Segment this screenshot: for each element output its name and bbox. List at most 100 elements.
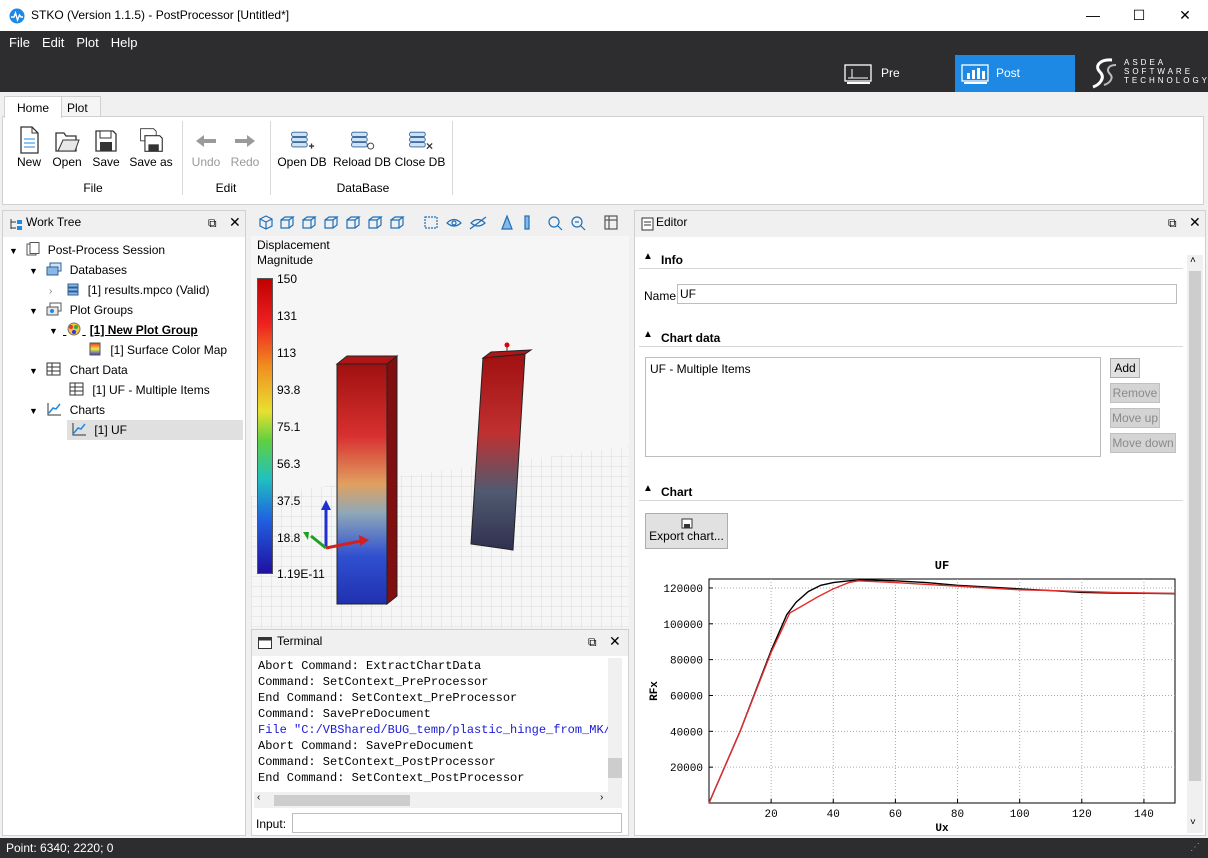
- chart-data-section-header[interactable]: ▲ Chart data: [639, 321, 1183, 347]
- ribbon-separator: [270, 121, 271, 195]
- tree-label-charts: Charts: [69, 403, 106, 417]
- minimize-button[interactable]: —: [1070, 0, 1116, 31]
- tree-item-uf-multiple[interactable]: [1] UF - Multiple Items: [69, 380, 210, 400]
- tree-label-results: [1] results.mpco (Valid): [87, 283, 210, 297]
- tree-item-chart-data[interactable]: ▼ Chart Data: [29, 360, 128, 380]
- chart-data-list[interactable]: UF - Multiple Items: [645, 357, 1101, 457]
- close-db-button[interactable]: Close DB: [393, 125, 447, 169]
- x-tick-label: 140: [1134, 809, 1154, 821]
- ribbon: New Open Save Save as File Undo Redo Edi…: [2, 116, 1204, 205]
- scroll-thumb[interactable]: [608, 758, 622, 778]
- chevron-right-icon[interactable]: ›: [49, 282, 63, 302]
- scroll-thumb[interactable]: [274, 795, 410, 806]
- tree-item-charts[interactable]: ▼ Charts: [29, 400, 105, 420]
- plot-group-icon: [67, 322, 81, 336]
- editor-vscrollbar[interactable]: ˄ ˅: [1187, 255, 1203, 833]
- logo-line-2: SOFTWARE: [1124, 67, 1194, 76]
- terminal-vscrollbar[interactable]: [608, 658, 622, 792]
- post-processor-button[interactable]: Post Processor: [955, 55, 1075, 117]
- tree-label-uf-multiple: [1] UF - Multiple Items: [92, 383, 210, 397]
- collapse-arrow-icon[interactable]: ▲: [643, 251, 653, 262]
- legend-value: 131: [277, 309, 298, 323]
- chevron-down-icon[interactable]: ▼: [29, 301, 43, 321]
- float-icon[interactable]: ⧉: [1168, 216, 1177, 231]
- scroll-left-icon[interactable]: ‹: [257, 792, 260, 803]
- menu-file[interactable]: File: [0, 31, 36, 50]
- info-section-header[interactable]: ▲ Info: [639, 247, 1183, 269]
- x-axis-label: Ux: [935, 823, 949, 835]
- chevron-down-icon[interactable]: ▼: [29, 401, 43, 421]
- close-icon[interactable]: ✕: [609, 633, 621, 650]
- chevron-down-icon[interactable]: ▼: [29, 361, 43, 381]
- column-left: [336, 363, 388, 605]
- name-input[interactable]: [677, 284, 1177, 304]
- scroll-thumb[interactable]: [1189, 271, 1201, 781]
- database-close-icon: [409, 131, 433, 150]
- close-window-button[interactable]: ✕: [1162, 0, 1208, 31]
- tree-item-new-plot-group[interactable]: ▼ [1] New Plot Group: [49, 320, 198, 340]
- scroll-right-icon[interactable]: ›: [600, 792, 603, 803]
- tree-label-new-plot-group: [1] New Plot Group: [89, 323, 198, 337]
- column-left-side: [386, 354, 398, 606]
- work-tree-icon: [10, 219, 22, 230]
- move-down-button[interactable]: Move down: [1110, 433, 1176, 453]
- export-chart-button[interactable]: Export chart...: [645, 513, 728, 549]
- float-icon[interactable]: ⧉: [588, 635, 597, 650]
- tab-home[interactable]: Home: [4, 96, 63, 118]
- chart-icon: [72, 423, 86, 436]
- app-logo-icon: [9, 8, 25, 24]
- scroll-up-icon[interactable]: ˄: [1190, 255, 1196, 266]
- chart-section-title: Chart: [661, 485, 693, 499]
- menu-help[interactable]: Help: [105, 31, 144, 50]
- name-label: Name: [644, 289, 677, 303]
- ribbon-tab-strip: [0, 92, 1208, 117]
- save-as-icon: [140, 128, 163, 152]
- chart-section-header[interactable]: ▲ Chart: [639, 475, 1183, 501]
- list-item[interactable]: UF - Multiple Items: [650, 362, 751, 376]
- pre-processor-button[interactable]: Pre Processor: [838, 55, 954, 117]
- terminal-input[interactable]: [292, 813, 622, 833]
- tree-item-uf-chart[interactable]: [1] UF: [67, 420, 243, 440]
- scroll-down-icon[interactable]: ˅: [1190, 817, 1196, 828]
- float-icon[interactable]: ⧉: [208, 216, 217, 231]
- view-tool-icons[interactable]: [257, 214, 627, 232]
- add-button[interactable]: Add: [1110, 358, 1140, 378]
- collapse-arrow-icon[interactable]: ▲: [643, 483, 653, 494]
- remove-button[interactable]: Remove: [1110, 383, 1160, 403]
- uf-chart[interactable]: 20 40 60 80 100 120 140 20000 40000 60000 80000 100…: [639, 555, 1183, 835]
- save-as-button[interactable]: Save as: [125, 125, 177, 169]
- close-icon[interactable]: ✕: [229, 214, 241, 231]
- asdea-logo: ASDEA SOFTWARE TECHNOLOGY: [1088, 55, 1207, 92]
- chart-data-section-title: Chart data: [661, 331, 721, 345]
- close-icon[interactable]: ✕: [1189, 214, 1201, 231]
- menu-edit[interactable]: Edit: [36, 31, 70, 50]
- terminal-output[interactable]: Abort Command: ExtractChartData Command:…: [254, 658, 608, 792]
- chevron-down-icon[interactable]: ▼: [29, 261, 43, 281]
- viewport-3d[interactable]: Displacement Magnitude 150 131 113 93.8 …: [251, 236, 629, 628]
- tree-item-databases[interactable]: ▼ Databases: [29, 260, 127, 280]
- move-up-button[interactable]: Move up: [1110, 408, 1160, 428]
- x-tick-label: 60: [889, 809, 902, 821]
- terminal-hscrollbar[interactable]: ‹ ›: [254, 792, 622, 808]
- status-bar: Point: 6340; 2220; 0 ⋰: [0, 838, 1208, 858]
- legend-title-line-1: Displacement: [257, 238, 330, 252]
- menu-plot[interactable]: Plot: [70, 31, 104, 50]
- resize-grip-icon[interactable]: ⋰: [1190, 838, 1200, 858]
- reload-db-button[interactable]: Reload DB: [332, 125, 392, 169]
- terminal-title: Terminal: [277, 634, 323, 648]
- chevron-down-icon[interactable]: ▼: [49, 321, 63, 341]
- tree-item-session[interactable]: ▼ Post-Process Session: [9, 240, 165, 260]
- redo-button[interactable]: Redo: [219, 125, 271, 169]
- tree-item-results[interactable]: › [1] results.mpco (Valid): [49, 280, 210, 300]
- terminal-line: Abort Command: SavePreDocument: [258, 739, 475, 753]
- ribbon-separator: [452, 121, 453, 195]
- menu-bar: File Edit Plot Help: [0, 31, 1208, 55]
- terminal-line: End Command: SetContext_PreProcessor: [258, 691, 518, 705]
- chevron-down-icon[interactable]: ▼: [9, 241, 23, 261]
- tree-item-surface-color-map[interactable]: [1] Surface Color Map: [89, 340, 227, 360]
- maximize-button[interactable]: ☐: [1116, 0, 1162, 31]
- tree-item-plot-groups[interactable]: ▼ Plot Groups: [29, 300, 133, 320]
- open-db-button[interactable]: Open DB: [275, 125, 329, 169]
- collapse-arrow-icon[interactable]: ▲: [643, 329, 653, 340]
- legend-title: Displacement Magnitude: [257, 238, 330, 268]
